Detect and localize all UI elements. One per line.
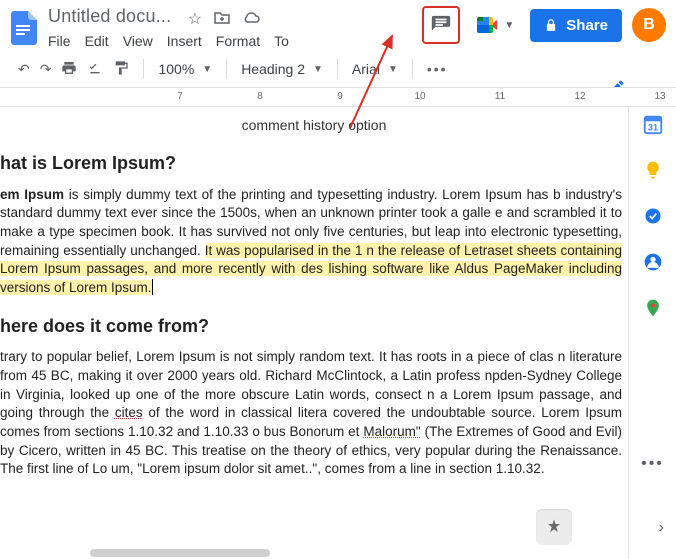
explore-button[interactable] [536,509,572,545]
menu-view[interactable]: View [123,33,153,49]
document-canvas[interactable]: comment history option hat is Lorem Ipsu… [0,107,628,559]
menu-format[interactable]: Format [216,33,260,49]
comment-history-button[interactable] [422,6,460,44]
paragraph-1: em Ipsum is simply dummy text of the pri… [0,186,622,298]
side-panel: 31 ••• [628,107,676,559]
tasks-icon[interactable] [642,205,664,227]
star-icon[interactable]: ☆ [188,9,202,29]
more-addons-icon[interactable]: ••• [642,453,664,475]
text-cursor [152,279,153,295]
share-label: Share [566,17,608,34]
account-avatar[interactable]: B [632,8,666,42]
horizontal-ruler[interactable]: 78 910 1112 13 [0,87,676,107]
font-selector[interactable]: Arial▼ [352,61,398,77]
menu-edit[interactable]: Edit [85,33,109,49]
calendar-icon[interactable]: 31 [642,113,664,135]
svg-text:31: 31 [647,122,657,132]
horizontal-scrollbar[interactable] [90,549,270,557]
more-toolbar-button[interactable]: ••• [427,61,448,77]
menu-bar: File Edit View Insert Format To [48,33,289,49]
print-button[interactable] [61,60,77,79]
zoom-selector[interactable]: 100%▼ [158,61,212,77]
paint-format-button[interactable] [113,60,129,79]
heading-2: here does it come from? [0,314,622,339]
maps-icon[interactable] [642,297,664,319]
titlebar: Untitled docu... ☆ File Edit View Insert… [0,0,676,49]
menu-insert[interactable]: Insert [167,33,202,49]
paragraph-2: trary to popular belief, Lorem Ipsum is … [0,348,622,478]
undo-button[interactable]: ↶ [18,61,30,78]
paragraph-style-selector[interactable]: Heading 2▼ [241,61,323,77]
caret-down-icon: ▼ [504,20,514,31]
toolbar: ↶ ↷ 100%▼ Heading 2▼ Arial▼ ••• [0,49,676,87]
docs-logo-icon[interactable] [6,10,42,46]
move-icon[interactable] [214,10,230,29]
redo-button[interactable]: ↷ [40,61,52,78]
share-button[interactable]: Share [530,9,622,42]
heading-1: hat is Lorem Ipsum? [0,151,622,176]
meet-button[interactable]: ▼ [470,11,520,39]
annotation-label: comment history option [0,117,628,133]
hide-panel-chevron-icon[interactable]: › [659,519,664,537]
menu-file[interactable]: File [48,33,71,49]
document-title[interactable]: Untitled docu... [48,6,171,27]
spellcheck-button[interactable] [87,60,103,79]
cloud-status-icon[interactable] [242,10,260,29]
keep-icon[interactable] [642,159,664,181]
menu-tools-truncated[interactable]: To [274,33,289,49]
contacts-icon[interactable] [642,251,664,273]
